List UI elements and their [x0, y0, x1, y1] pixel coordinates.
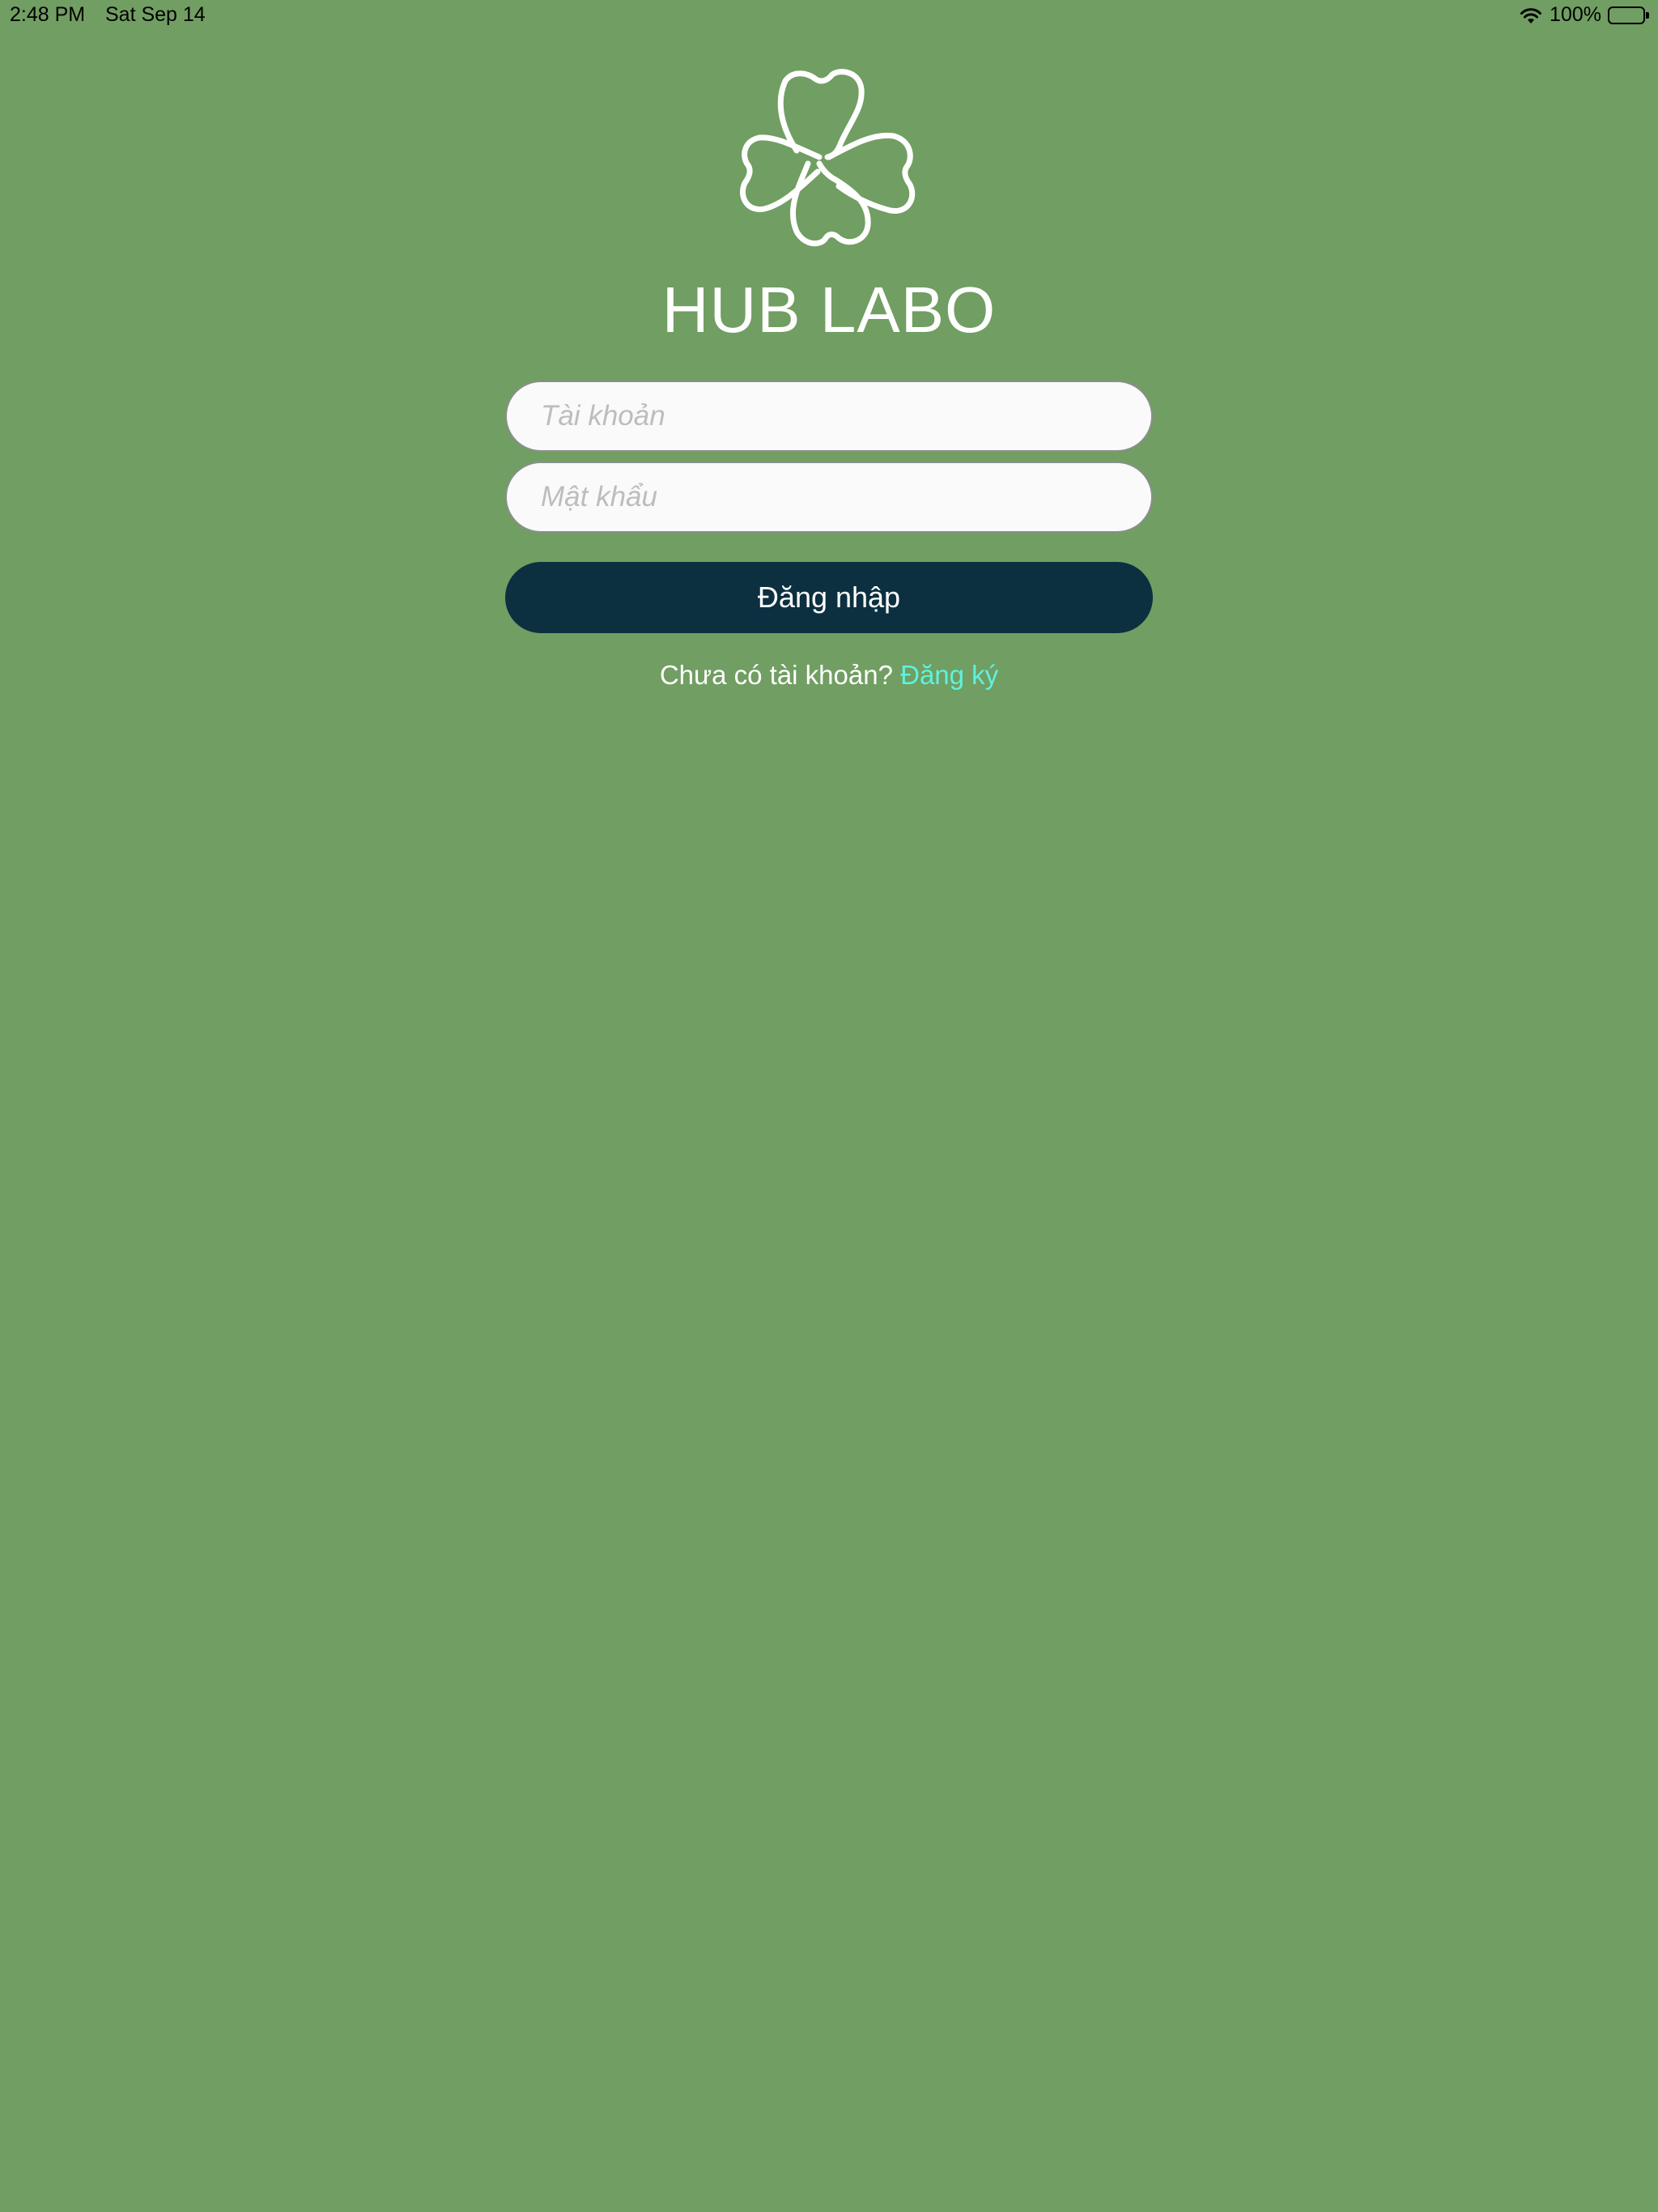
battery-icon [1608, 6, 1650, 24]
tooth-clover-logo-icon [740, 69, 916, 247]
signup-row: Chưa có tài khoản? Đăng ký [0, 657, 1658, 693]
username-input[interactable] [539, 399, 1119, 433]
battery-percent: 100% [1550, 3, 1601, 26]
password-input[interactable] [539, 480, 1119, 514]
status-bar: 2:48 PM Sat Sep 14 100% [0, 0, 1658, 32]
status-indicators: 100% [1519, 3, 1650, 27]
username-field[interactable] [505, 381, 1153, 452]
login-button[interactable]: Đăng nhập [505, 562, 1153, 633]
status-date: Sat Sep 14 [105, 3, 206, 26]
brand-name: HUB LABO [661, 274, 997, 346]
password-field[interactable] [505, 462, 1153, 533]
status-time: 2:48 PM [10, 3, 86, 26]
signup-prompt: Chưa có tài khoản? [659, 660, 901, 690]
wifi-icon [1520, 7, 1542, 23]
signup-link[interactable]: Đăng ký [900, 660, 998, 690]
